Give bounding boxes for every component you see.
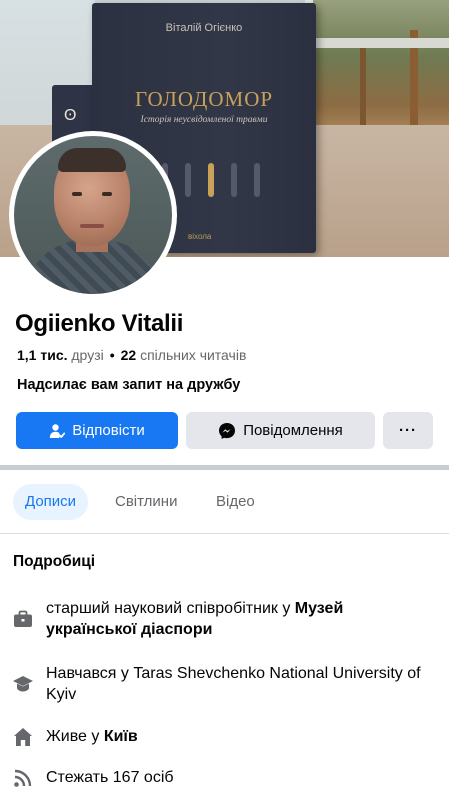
avatar-photo	[14, 136, 172, 294]
avatar-mouth	[80, 224, 104, 228]
cover-window-bar	[313, 38, 449, 48]
house-icon	[12, 726, 34, 748]
lives-city-link[interactable]: Київ	[104, 728, 138, 745]
more-dots-icon: ···	[399, 422, 417, 439]
reply-button[interactable]: Відповісти	[16, 412, 178, 449]
message-button[interactable]: Повідомлення	[186, 412, 375, 449]
graduation-cap-icon	[12, 673, 34, 695]
details-heading: Подробиці	[13, 553, 96, 570]
book-publisher: віхола	[188, 232, 212, 241]
detail-education-text: Навчався у Taras Shevchenko National Uni…	[46, 665, 421, 703]
messenger-icon	[218, 422, 236, 440]
mutual-label[interactable]: спільних читачів	[140, 347, 246, 363]
tab-photos[interactable]: Світлини	[103, 484, 189, 520]
section-divider	[0, 465, 449, 470]
avatar[interactable]	[9, 131, 177, 299]
friends-label[interactable]: друзі	[71, 347, 103, 363]
profile-name: Ogiienko Vitalii	[15, 310, 184, 337]
mutual-count: 22	[120, 347, 137, 363]
tabs-divider	[0, 533, 449, 534]
profile-stats: 1,1 тис. друзі • 22 спільних читачів	[17, 347, 246, 363]
book-author: Віталій Огієнко	[165, 22, 243, 34]
friends-count: 1,1 тис.	[17, 347, 68, 363]
more-options-button[interactable]: ···	[383, 412, 433, 449]
person-check-icon	[49, 423, 66, 439]
book-subtitle: Історія неусвідомленої травми	[140, 115, 268, 125]
friend-request-text: Надсилає вам запит на дружбу	[17, 377, 241, 393]
work-prefix: старший науковий співробітник у	[46, 600, 295, 617]
stats-separator: •	[109, 347, 115, 363]
wheat-icon	[208, 163, 214, 197]
detail-followers-text[interactable]: Стежать 167 осіб	[46, 767, 436, 788]
message-label: Повідомлення	[243, 422, 343, 439]
rss-feed-icon	[12, 767, 34, 789]
cover-window-frame	[305, 0, 449, 140]
wheat-icon	[254, 163, 260, 197]
book-title: ГОЛОДОМОР	[134, 87, 274, 111]
tab-posts[interactable]: Дописи	[13, 484, 89, 520]
avatar-eye	[72, 192, 82, 196]
avatar-eye	[102, 192, 112, 196]
detail-work-text: старший науковий співробітник у Музей ук…	[46, 598, 436, 640]
detail-lives-text: Живе у Київ	[46, 726, 436, 747]
tab-videos[interactable]: Відео	[204, 484, 267, 520]
lives-prefix: Живе у	[46, 728, 104, 745]
briefcase-icon	[12, 608, 34, 630]
wheat-icon	[185, 163, 191, 197]
reply-label: Відповісти	[72, 422, 145, 439]
wheat-icon	[231, 163, 237, 197]
avatar-hair	[58, 148, 126, 172]
